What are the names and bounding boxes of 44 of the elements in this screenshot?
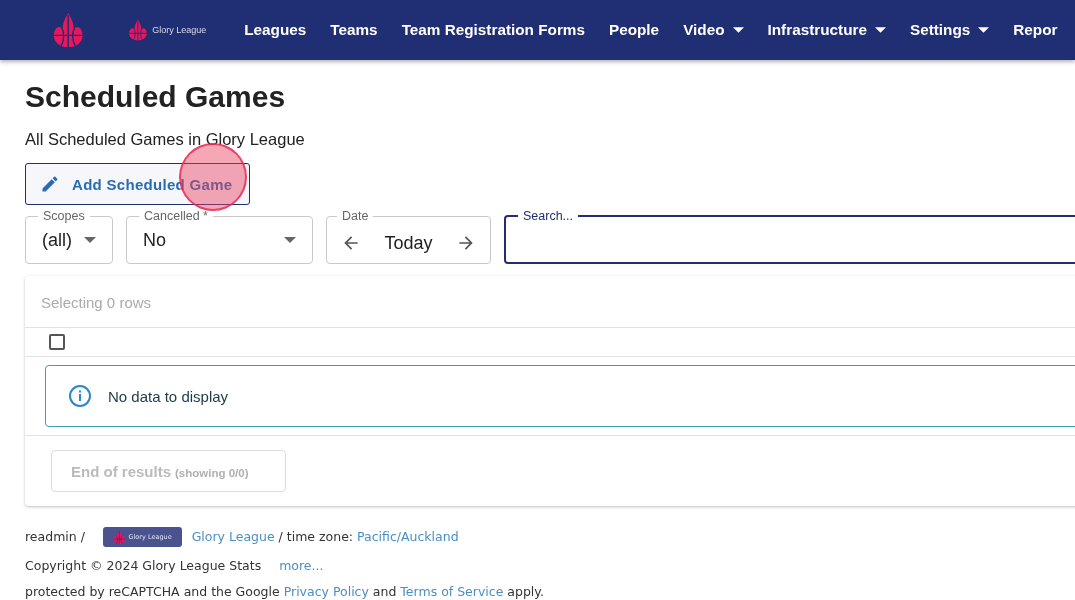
more-link[interactable]: more...: [279, 558, 324, 573]
search-field[interactable]: Search...: [504, 209, 1075, 264]
logo-icon: [112, 529, 126, 544]
select-value: No: [143, 229, 166, 251]
page-title: Scheduled Games: [25, 80, 287, 114]
nav-link[interactable]: Infrastructure: [755, 21, 898, 39]
caret-icon: [978, 27, 990, 33]
date-value: Today: [384, 232, 433, 254]
info-icon: [68, 384, 92, 408]
policy-link[interactable]: Terms of Service: [400, 584, 504, 599]
timezone-label: / time zone:: [278, 529, 354, 544]
page-subtitle: All Scheduled Games in Glory League: [25, 130, 306, 149]
nav-link[interactable]: Video: [671, 21, 756, 39]
dropdown-caret-icon: [84, 237, 96, 243]
nav-link[interactable]: Teams: [318, 21, 390, 39]
timezone-link[interactable]: Pacific/Auckland: [357, 529, 459, 544]
field-label: Search...: [522, 209, 575, 223]
caret-icon: [732, 27, 744, 33]
logo-text: Glory League: [152, 25, 207, 35]
nav-link[interactable]: Settings: [897, 21, 1002, 39]
recaptcha-notice: protected by reCAPTCHA and the Google Privacy Policy and Terms of Service apply.: [25, 584, 545, 599]
select-field[interactable]: Cancelled * No: [126, 209, 313, 264]
nav-link[interactable]: People: [596, 21, 672, 39]
policy-link[interactable]: Privacy Policy: [283, 584, 369, 599]
field-label: Cancelled *: [143, 209, 209, 223]
dropdown-caret-icon: [284, 237, 296, 243]
pencil-icon: [40, 174, 60, 194]
logo-icon: [128, 19, 149, 41]
nav-link[interactable]: Leagues: [232, 21, 319, 39]
empty-message: No data to display: [108, 387, 229, 405]
league-link[interactable]: Glory League: [191, 529, 275, 544]
field-label: Date: [341, 209, 370, 223]
select-value: (all): [42, 229, 72, 251]
nav-link[interactable]: Repor: [1001, 21, 1070, 39]
user-label: readmin /: [25, 529, 85, 544]
field-label: Scopes: [42, 209, 86, 223]
select-all-checkbox[interactable]: [49, 334, 65, 350]
select-field[interactable]: Scopes (all): [25, 209, 113, 264]
copyright-text: Copyright © 2024 Glory League Stats: [25, 558, 262, 573]
logo-icon: [52, 12, 85, 48]
caret-icon: [874, 27, 886, 33]
nav-link[interactable]: Team Registration Forms: [389, 21, 597, 39]
date-field[interactable]: Date Today: [326, 209, 491, 264]
selection-status: Selecting 0 rows: [25, 276, 1075, 328]
